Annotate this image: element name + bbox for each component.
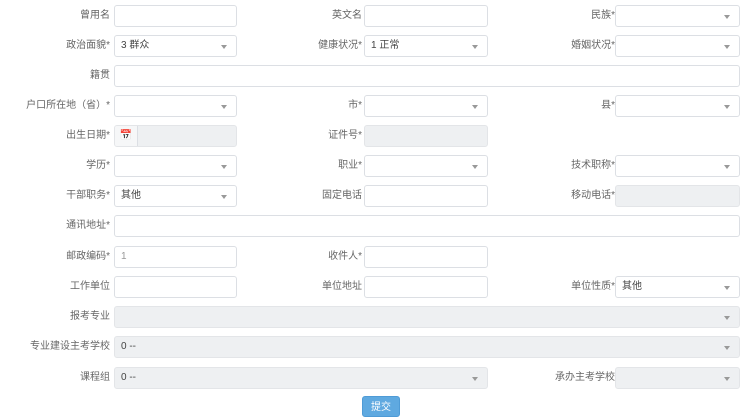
political-status-label: 政治面貌* [66,40,110,51]
submit-button[interactable]: 提交 [362,396,400,417]
course-label: 课程组 [80,372,110,383]
tech-title-label: 技术职称* [571,160,615,171]
work-address-label: 单位地址 [322,281,362,292]
political-status-value: 3 群众 [121,40,150,51]
chevron-down-icon [472,377,478,381]
chevron-down-icon [221,105,227,109]
course-value: 0 -- [121,372,136,383]
education-select[interactable] [114,155,237,177]
course-select[interactable]: 0 -- [114,367,488,389]
marital-status-label: 婚姻状况* [571,40,615,51]
postcode-label: 邮政编码* [66,251,110,262]
work-unit-label: 工作单位 [70,281,110,292]
calendar-icon[interactable]: 📅 [115,126,138,146]
landline-label: 固定电话 [322,190,362,201]
chevron-down-icon [472,105,478,109]
id-number-label: 证件号* [328,130,362,141]
assist-school-label: 承办主考学校 [555,372,615,383]
hukou-province-label: 户口所在地（省）* [26,100,110,111]
education-label: 学历* [86,160,110,171]
county-select[interactable] [615,95,740,117]
unit-type-label: 单位性质* [571,281,615,292]
main-school-label: 专业建设主考学校 [30,341,110,352]
chevron-down-icon [221,165,227,169]
health-status-select[interactable]: 1 正常 [364,35,488,57]
cadre-position-select[interactable]: 其他 [114,185,237,207]
work-address-input[interactable] [364,276,488,298]
address-label: 通讯地址* [66,220,110,231]
former-name-input[interactable] [114,5,237,27]
unit-type-select[interactable]: 其他 [615,276,740,298]
unit-type-value: 其他 [622,281,642,292]
chevron-down-icon [724,15,730,19]
assist-school-select[interactable] [615,367,740,389]
postcode-value: 1 [121,251,127,262]
county-label: 县* [601,100,615,111]
native-place-input[interactable] [114,65,740,87]
work-unit-input[interactable] [114,276,237,298]
occupation-select[interactable] [364,155,488,177]
recipient-input[interactable] [364,246,488,268]
chevron-down-icon [724,165,730,169]
cadre-position-value: 其他 [121,190,141,201]
postcode-input[interactable]: 1 [114,246,237,268]
chevron-down-icon [724,346,730,350]
major-select[interactable] [114,306,740,328]
chevron-down-icon [472,165,478,169]
ethnicity-label: 民族* [591,10,615,21]
major-label: 报考专业 [70,311,110,322]
marital-status-select[interactable] [615,35,740,57]
tech-title-select[interactable] [615,155,740,177]
chevron-down-icon [724,316,730,320]
main-school-select[interactable]: 0 -- [114,336,740,358]
recipient-label: 收件人* [328,251,362,262]
chevron-down-icon [221,195,227,199]
ethnicity-select[interactable] [615,5,740,27]
english-name-label: 英文名 [332,10,362,21]
chevron-down-icon [724,377,730,381]
chevron-down-icon [724,45,730,49]
chevron-down-icon [724,105,730,109]
address-input[interactable] [114,215,740,237]
main-school-value: 0 -- [121,341,136,352]
hukou-province-select[interactable] [114,95,237,117]
health-status-value: 1 正常 [371,40,400,51]
city-select[interactable] [364,95,488,117]
birth-date-input[interactable]: 📅 [114,125,237,147]
health-status-label: 健康状况* [318,40,362,51]
chevron-down-icon [724,286,730,290]
id-number-input [364,125,488,147]
cadre-position-label: 干部职务* [66,190,110,201]
occupation-label: 职业* [338,160,362,171]
landline-input[interactable] [364,185,488,207]
city-label: 市* [348,100,362,111]
birth-date-label: 出生日期* [66,130,110,141]
native-place-label: 籍贯 [90,70,110,81]
former-name-label: 曾用名 [80,10,110,21]
mobile-label: 移动电话* [571,190,615,201]
chevron-down-icon [472,45,478,49]
english-name-input[interactable] [364,5,488,27]
chevron-down-icon [221,45,227,49]
political-status-select[interactable]: 3 群众 [114,35,237,57]
mobile-input [615,185,740,207]
